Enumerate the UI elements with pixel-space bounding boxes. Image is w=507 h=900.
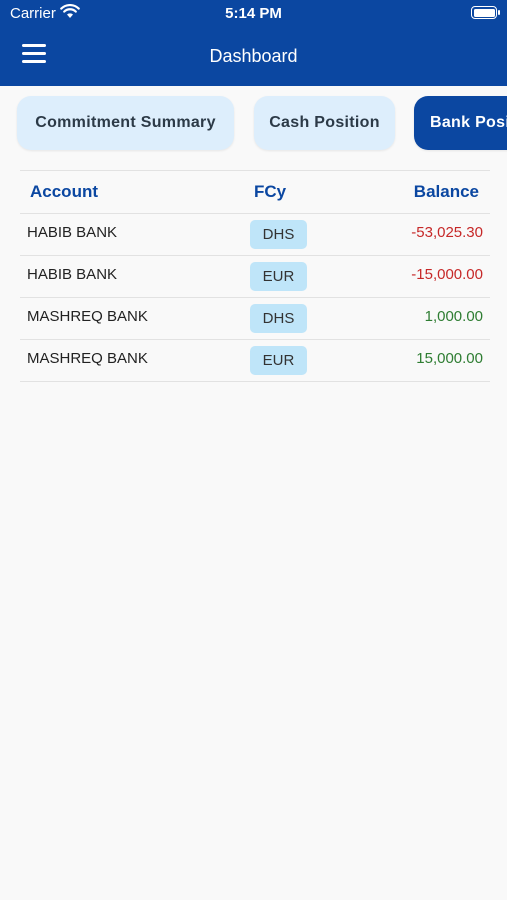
column-header-fcy: FCy (254, 182, 287, 201)
table-row[interactable]: HABIB BANK DHS -53,025.30 (20, 214, 490, 256)
balance-value: -53,025.30 (411, 224, 483, 241)
bank-position-table: Account FCy Balance HABIB BANK DHS -53,0… (20, 170, 490, 382)
table-row[interactable]: HABIB BANK EUR -15,000.00 (20, 256, 490, 298)
table-header: Account FCy Balance (20, 170, 490, 214)
table-row[interactable]: MASHREQ BANK DHS 1,000.00 (20, 298, 490, 340)
table-row[interactable]: MASHREQ BANK EUR 15,000.00 (20, 340, 490, 382)
balance-value: 1,000.00 (424, 308, 483, 325)
account-name: HABIB BANK (27, 266, 118, 283)
tab-bar: Commitment Summary Cash Position Bank Po… (0, 86, 507, 162)
column-header-account: Account (30, 182, 98, 201)
account-name: MASHREQ BANK (27, 350, 148, 367)
tab-bank-position[interactable]: Bank Position (414, 96, 507, 150)
column-header-balance: Balance (413, 182, 479, 201)
currency-badge: EUR (250, 262, 307, 291)
account-name: HABIB BANK (27, 224, 118, 241)
currency-badge: DHS (250, 220, 307, 249)
balance-value: 15,000.00 (416, 350, 483, 367)
tab-cash-position[interactable]: Cash Position (254, 96, 395, 150)
currency-badge: DHS (250, 304, 307, 333)
account-name: MASHREQ BANK (27, 308, 148, 325)
app-header: Carrier 5:14 PM Dashboard (0, 0, 507, 86)
tab-commitment-summary[interactable]: Commitment Summary (17, 96, 234, 150)
balance-value: -15,000.00 (411, 266, 483, 283)
currency-badge: EUR (250, 346, 307, 375)
clock: 5:14 PM (225, 5, 282, 22)
page-title: Dashboard (209, 46, 298, 66)
battery-icon (471, 6, 500, 19)
status-bar: Carrier 5:14 PM (0, 0, 507, 28)
